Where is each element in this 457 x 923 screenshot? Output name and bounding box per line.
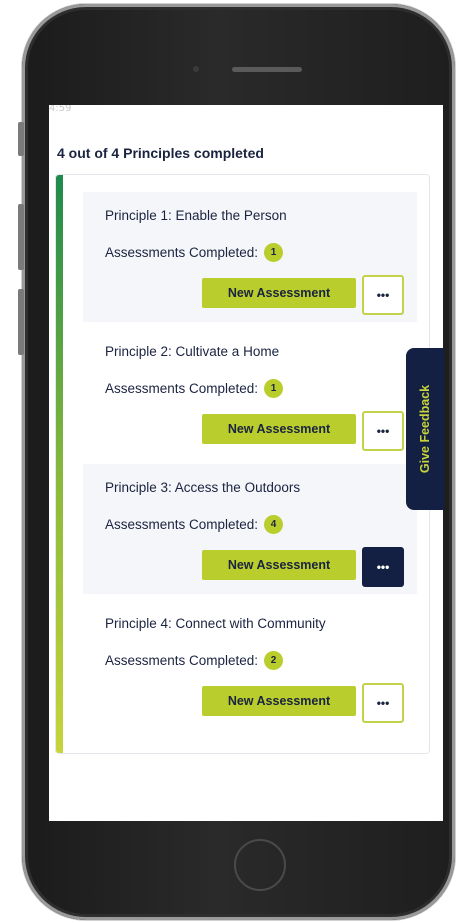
assessment-count-badge: 4 [264, 515, 284, 534]
principle-4: Principle 4: Connect with Community Asse… [83, 600, 417, 730]
principle-3: Principle 3: Access the Outdoors Assessm… [83, 464, 417, 594]
assessment-count-badge: 1 [264, 379, 284, 398]
assessment-count-badge: 2 [264, 651, 284, 670]
progress-accent-bar [56, 175, 63, 753]
give-feedback-label: Give Feedback [418, 384, 432, 474]
principle-title: Principle 4: Connect with Community [105, 616, 326, 631]
principle-2: Principle 2: Cultivate a Home Assessment… [83, 328, 417, 458]
assessments-label: Assessments Completed: [105, 653, 259, 668]
more-options-button[interactable]: ••• [362, 547, 404, 587]
principle-1: Principle 1: Enable the Person Assessmen… [83, 192, 417, 322]
assessments-completed: Assessments Completed: 4 [105, 515, 284, 534]
principle-title: Principle 2: Cultivate a Home [105, 344, 280, 359]
assessments-label: Assessments Completed: [105, 381, 259, 396]
more-options-button[interactable]: ••• [362, 683, 404, 723]
mute-switch [18, 122, 24, 156]
more-options-button[interactable]: ••• [362, 411, 404, 451]
assessments-completed: Assessments Completed: 2 [105, 651, 284, 670]
assessments-completed: Assessments Completed: 1 [105, 243, 284, 262]
new-assessment-button[interactable]: New Assessment [202, 550, 356, 580]
assessments-completed: Assessments Completed: 1 [105, 379, 284, 398]
volume-up-button [18, 204, 24, 270]
status-bar: 4:59 [49, 105, 443, 113]
more-options-button[interactable]: ••• [362, 275, 404, 315]
give-feedback-tab[interactable]: Give Feedback [406, 348, 444, 510]
new-assessment-button[interactable]: New Assessment [202, 278, 356, 308]
new-assessment-button[interactable]: New Assessment [202, 414, 356, 444]
front-camera [193, 66, 199, 72]
app-screen: 4:59 4 out of 4 Principles completed Pri… [49, 105, 443, 821]
principle-title: Principle 1: Enable the Person [105, 208, 287, 223]
principle-title: Principle 3: Access the Outdoors [105, 480, 301, 495]
assessments-label: Assessments Completed: [105, 517, 259, 532]
home-button[interactable] [234, 839, 286, 891]
earpiece-speaker [232, 67, 302, 72]
principles-card: Principle 1: Enable the Person Assessmen… [55, 174, 430, 754]
completion-summary: 4 out of 4 Principles completed [57, 145, 264, 161]
new-assessment-button[interactable]: New Assessment [202, 686, 356, 716]
volume-down-button [18, 289, 24, 355]
assessments-label: Assessments Completed: [105, 245, 259, 260]
status-time: 4:59 [49, 105, 72, 113]
assessment-count-badge: 1 [264, 243, 284, 262]
